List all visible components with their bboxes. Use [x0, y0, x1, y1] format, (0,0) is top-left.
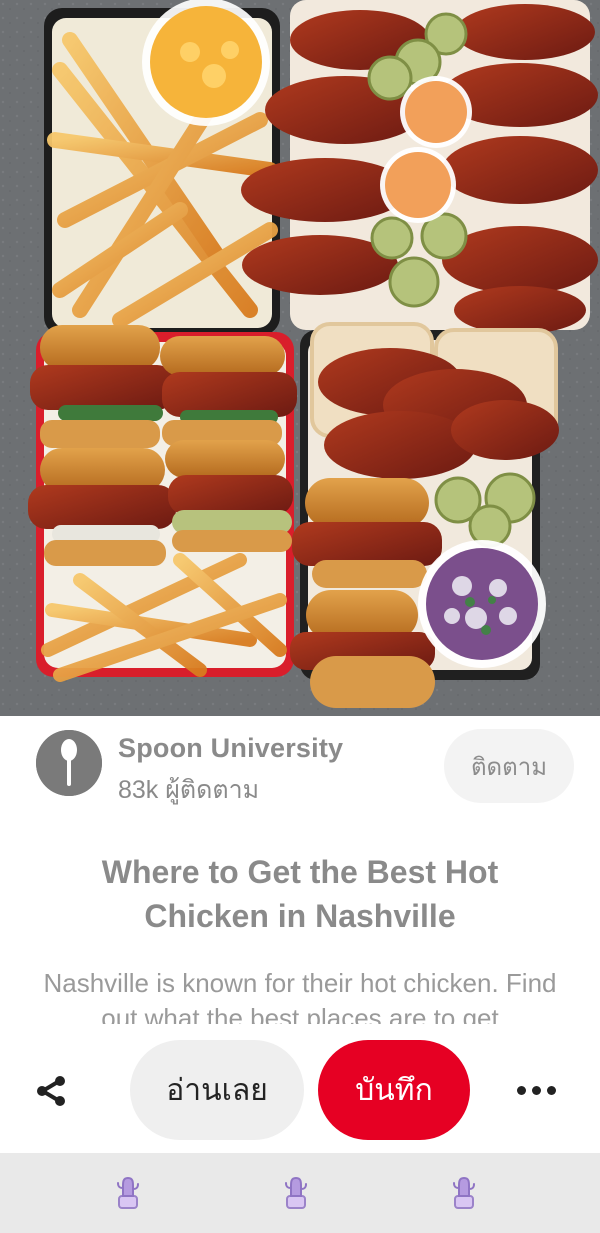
share-button[interactable]	[24, 1064, 78, 1118]
read-now-label: อ่านเลย	[166, 1073, 268, 1107]
more-options-button[interactable]	[508, 1068, 564, 1112]
save-label: บันทึก	[355, 1073, 433, 1107]
follow-button[interactable]: ติดตาม	[444, 729, 574, 803]
pin-title: Where to Get the Best Hot Chicken in Nas…	[101, 854, 499, 934]
avatar[interactable]	[36, 730, 102, 796]
cactus-icon	[117, 1176, 139, 1209]
share-icon	[37, 1076, 65, 1106]
pin-description: Nashville is known for their hot chicken…	[43, 968, 557, 1028]
cactus-icon	[285, 1176, 307, 1209]
spoon-icon	[36, 730, 102, 796]
save-button[interactable]: บันทึก	[318, 1040, 470, 1140]
read-now-button[interactable]: อ่านเลย	[130, 1040, 304, 1140]
follow-label: ติดตาม	[470, 753, 548, 781]
more-icon	[514, 1085, 559, 1095]
food-photo	[0, 0, 600, 716]
author-name[interactable]: Spoon University	[118, 733, 343, 764]
follower-count: 83k ผู้ติดตาม	[118, 776, 260, 804]
cactus-icon	[453, 1176, 475, 1209]
hero-image	[0, 0, 600, 716]
